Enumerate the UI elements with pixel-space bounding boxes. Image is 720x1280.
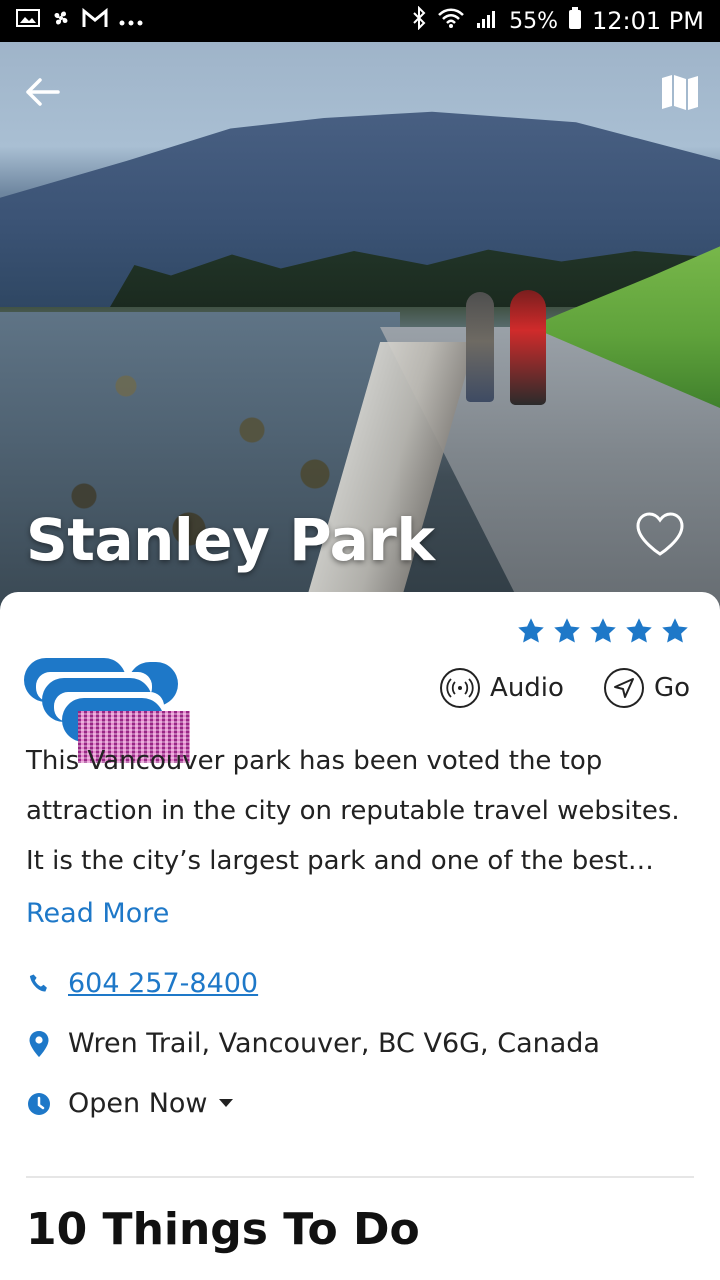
phone-link[interactable]: 604 257-8400 xyxy=(68,968,258,999)
heart-outline-icon xyxy=(636,512,684,556)
battery-percent: 55% xyxy=(509,8,559,34)
address-text: Wren Trail, Vancouver, BC V6G, Canada xyxy=(68,1028,600,1059)
audio-label: Audio xyxy=(490,673,564,703)
audio-button[interactable]: Audio xyxy=(440,668,564,708)
signal-icon xyxy=(475,7,499,35)
star-icon xyxy=(590,618,616,643)
hours-row[interactable]: Open Now xyxy=(26,1088,234,1119)
go-button[interactable]: Go xyxy=(603,668,690,708)
map-button[interactable] xyxy=(660,72,700,112)
clock-time: 12:01 PM xyxy=(592,7,704,35)
star-icon xyxy=(626,618,652,643)
favorite-button[interactable] xyxy=(634,510,686,558)
status-left-icons xyxy=(16,7,144,35)
read-more-link[interactable]: Read More xyxy=(26,898,169,929)
star-icon xyxy=(518,618,544,643)
image-icon xyxy=(16,8,40,34)
caret-down-icon xyxy=(218,1094,234,1113)
clock-icon xyxy=(26,1091,52,1117)
audio-broadcast-icon xyxy=(440,668,481,708)
gmail-icon xyxy=(82,7,108,35)
place-description: This Vancouver park has been voted the t… xyxy=(26,746,680,876)
hero-person-1 xyxy=(466,292,494,402)
rating-stars xyxy=(516,616,690,646)
map-icon xyxy=(662,75,698,110)
wifi-icon xyxy=(437,7,465,35)
arrow-left-icon xyxy=(26,78,60,106)
place-title: Stanley Park xyxy=(26,506,435,574)
bluetooth-icon xyxy=(411,5,427,36)
action-buttons: Audio Go xyxy=(440,668,690,708)
back-button[interactable] xyxy=(20,70,64,114)
status-right-icons: 55% 12:01 PM xyxy=(411,5,704,36)
status-bar: 55% 12:01 PM xyxy=(0,0,720,42)
more-dots-icon xyxy=(118,9,144,34)
navigate-arrow-icon xyxy=(603,668,644,708)
address-row: Wren Trail, Vancouver, BC V6G, Canada xyxy=(26,1028,600,1059)
star-icon xyxy=(554,618,580,643)
go-label: Go xyxy=(653,673,690,703)
phone-row: 604 257-8400 xyxy=(26,968,258,999)
things-to-do-heading: 10 Things To Do xyxy=(26,1204,420,1255)
hours-status: Open Now xyxy=(68,1088,208,1119)
star-icon xyxy=(662,618,688,643)
hero-person-2 xyxy=(510,290,546,405)
fan-icon xyxy=(50,7,72,35)
section-divider xyxy=(26,1176,694,1178)
location-pin-icon xyxy=(26,1030,52,1057)
phone-icon xyxy=(26,971,52,997)
battery-icon xyxy=(568,6,582,36)
